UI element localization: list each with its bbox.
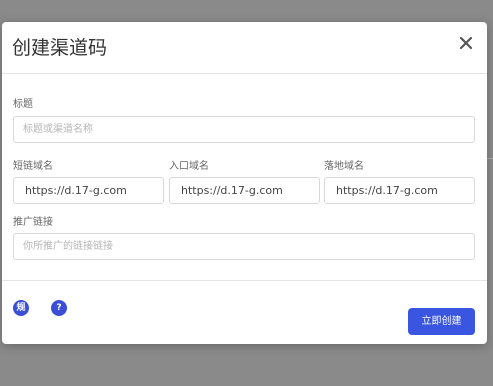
- promo-link-label: 推广链接: [13, 217, 53, 228]
- help-icon[interactable]: ?: [51, 300, 67, 316]
- footer-divider: [2, 280, 487, 281]
- title-input[interactable]: 标题或渠道名称: [13, 116, 475, 143]
- promo-link-input[interactable]: 你所推广的链接链接: [13, 233, 475, 260]
- close-icon: [459, 36, 473, 50]
- entry-domain-select[interactable]: https://d.17-g.com: [169, 177, 320, 204]
- dialog-title: 创建渠道码: [12, 37, 108, 59]
- landing-domain-label: 落地域名: [324, 161, 364, 172]
- landing-domain-select[interactable]: https://d.17-g.com: [324, 177, 475, 204]
- short-domain-label: 短链域名: [13, 161, 53, 172]
- rules-icon[interactable]: 规: [13, 300, 29, 316]
- short-domain-select[interactable]: https://d.17-g.com: [13, 177, 164, 204]
- entry-domain-label: 入口域名: [169, 161, 209, 172]
- close-button[interactable]: [457, 34, 475, 52]
- create-now-button[interactable]: 立即创建: [408, 308, 475, 335]
- dialog-header: 创建渠道码: [2, 22, 487, 74]
- create-channel-code-dialog: 创建渠道码 标题 标题或渠道名称 短链域名 https://d.17-g.com…: [2, 22, 487, 344]
- title-label: 标题: [13, 99, 33, 110]
